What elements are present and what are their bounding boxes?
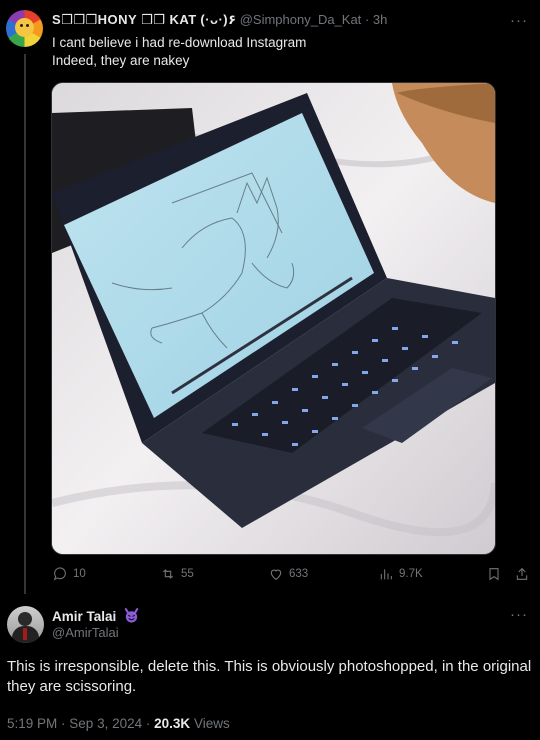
repost-count: 55: [181, 568, 194, 580]
tweet-header: S❒❒❒HONY ❒❒ KAT (·ᴗ·)۶ @Simphony_Da_Kat …: [52, 12, 500, 28]
separator-dot: ·: [364, 12, 370, 27]
thread-line: [24, 54, 26, 594]
reply-author-handle[interactable]: @AmirTalai: [52, 625, 119, 640]
more-icon[interactable]: ···: [510, 606, 528, 623]
reply-author-label: Amir Talai: [52, 609, 117, 624]
bookmark-button[interactable]: [486, 566, 502, 582]
views-label: Views: [193, 716, 230, 731]
more-icon[interactable]: ···: [510, 12, 528, 29]
repost-button[interactable]: 55: [160, 566, 194, 582]
share-icon: [516, 567, 528, 580]
tweet-image[interactable]: [51, 82, 496, 555]
devil-emoji-icon: [124, 608, 139, 623]
reply-time[interactable]: 5:19 PM: [7, 716, 57, 731]
display-name-emoticon: (·ᴗ·)۶: [200, 12, 237, 27]
reply-icon: [53, 567, 66, 581]
like-button[interactable]: 633: [268, 566, 308, 582]
tweet-text: I cant believe i had re-download Instagr…: [52, 34, 306, 70]
reply-date[interactable]: Sep 3, 2024: [69, 716, 142, 731]
views-icon: [380, 569, 392, 580]
repost-icon: [162, 569, 174, 579]
avatar-tie: [23, 628, 27, 640]
reply-count: 10: [73, 568, 86, 580]
laptop-photo: [52, 83, 495, 554]
bookmark-icon: [489, 568, 499, 581]
tweet-time[interactable]: 3h: [373, 12, 387, 27]
views-count: 9.7K: [399, 568, 423, 580]
tweet-text-line: I cant believe i had re-download Instagr…: [52, 35, 307, 50]
tweet-actions: 10 55 633 9.7K: [52, 566, 530, 586]
share-button[interactable]: [514, 566, 530, 582]
reply-text: This is irresponsible, delete this. This…: [7, 658, 532, 695]
like-count: 633: [289, 568, 309, 580]
separator-dot: ·: [145, 716, 155, 731]
display-name[interactable]: S❒❒❒HONY ❒❒ KAT: [52, 12, 197, 27]
avatar[interactable]: [7, 606, 44, 643]
tweet-meta: 5:19 PM · Sep 3, 2024 · 20.3K Views: [7, 716, 230, 731]
tweet-text-line: Indeed, they are nakey: [52, 53, 190, 68]
reply-button[interactable]: 10: [52, 566, 86, 582]
reply-author-name[interactable]: Amir Talai: [52, 607, 140, 624]
avatar[interactable]: [6, 10, 43, 47]
heart-icon: [270, 569, 282, 580]
user-handle[interactable]: @Simphony_Da_Kat: [240, 12, 362, 27]
avatar-head: [18, 612, 32, 626]
avatar-face: [15, 18, 34, 37]
views-button[interactable]: 9.7K: [378, 566, 423, 582]
views-total: 20.3K: [154, 716, 191, 731]
